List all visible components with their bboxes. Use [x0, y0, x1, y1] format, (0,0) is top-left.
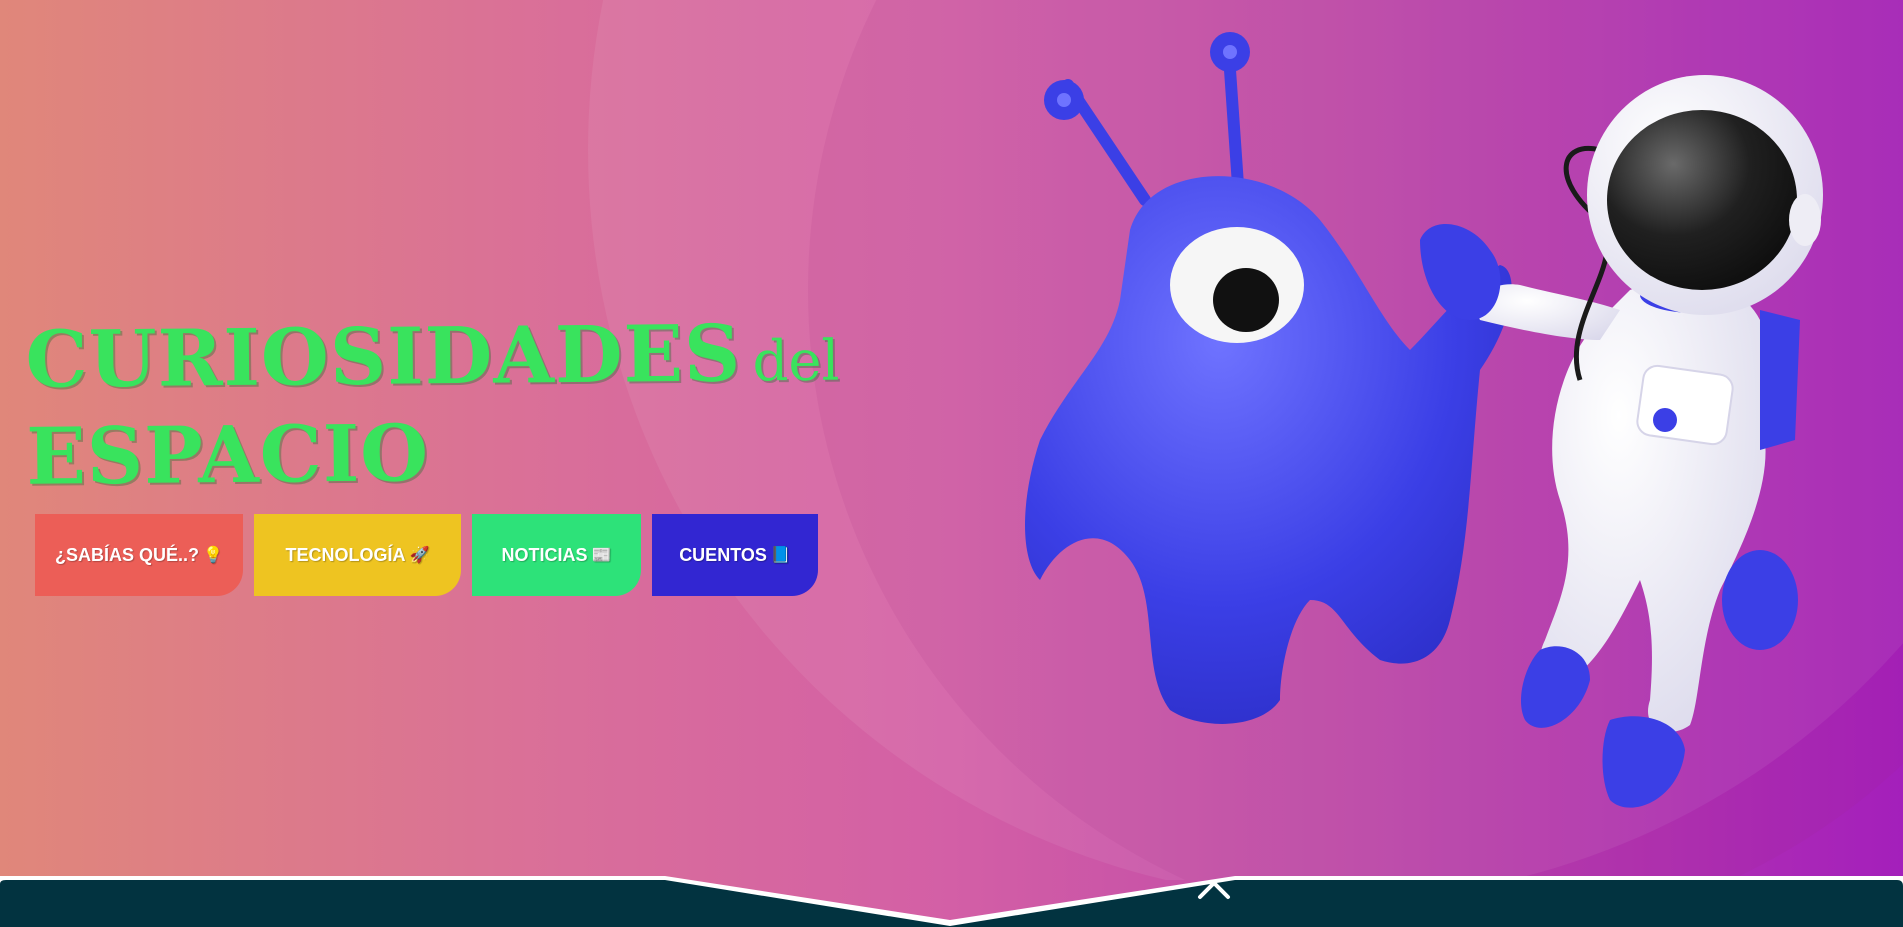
alien-astronaut-illustration [1025, 32, 1823, 808]
category-label: NOTICIAS [501, 544, 588, 565]
alien-eye [1170, 227, 1304, 343]
newspaper-icon: 📰 [591, 547, 612, 564]
category-label: TECNOLOGÍA [285, 544, 406, 565]
title-del: del [752, 328, 840, 395]
category-label: ¿SABÍAS QUÉ..? [55, 544, 200, 565]
hero-title: CURIOSIDADES del ESPACIO [25, 308, 887, 513]
chevron-up-icon [1198, 880, 1230, 899]
category-button-cuentos[interactable]: CUENTOS 📘 [652, 514, 818, 596]
bottom-bar [0, 876, 1903, 927]
category-label: CUENTOS [679, 544, 767, 565]
title-main: CURIOSIDADES [25, 308, 742, 406]
rocket-icon: 🚀 [409, 547, 430, 564]
lightbulb-icon: 💡 [203, 547, 223, 564]
title-line2: ESPACIO [25, 408, 430, 503]
category-button-tecnologia[interactable]: TECNOLOGÍA 🚀 [254, 514, 461, 596]
category-button-sabias-que[interactable]: ¿SABÍAS QUÉ..? 💡 [35, 514, 243, 596]
alien-antennas [1044, 32, 1250, 206]
category-nav: ¿SABÍAS QUÉ..? 💡 TECNOLOGÍA 🚀 NOTICIAS 📰… [35, 514, 818, 596]
hero-section: CURIOSIDADES del ESPACIO ¿SABÍAS QUÉ..? … [0, 0, 1903, 880]
book-icon: 📘 [770, 547, 791, 564]
astronaut [1420, 75, 1823, 808]
scroll-to-top-button[interactable] [1196, 874, 1232, 904]
category-button-noticias[interactable]: NOTICIAS 📰 [472, 514, 641, 596]
